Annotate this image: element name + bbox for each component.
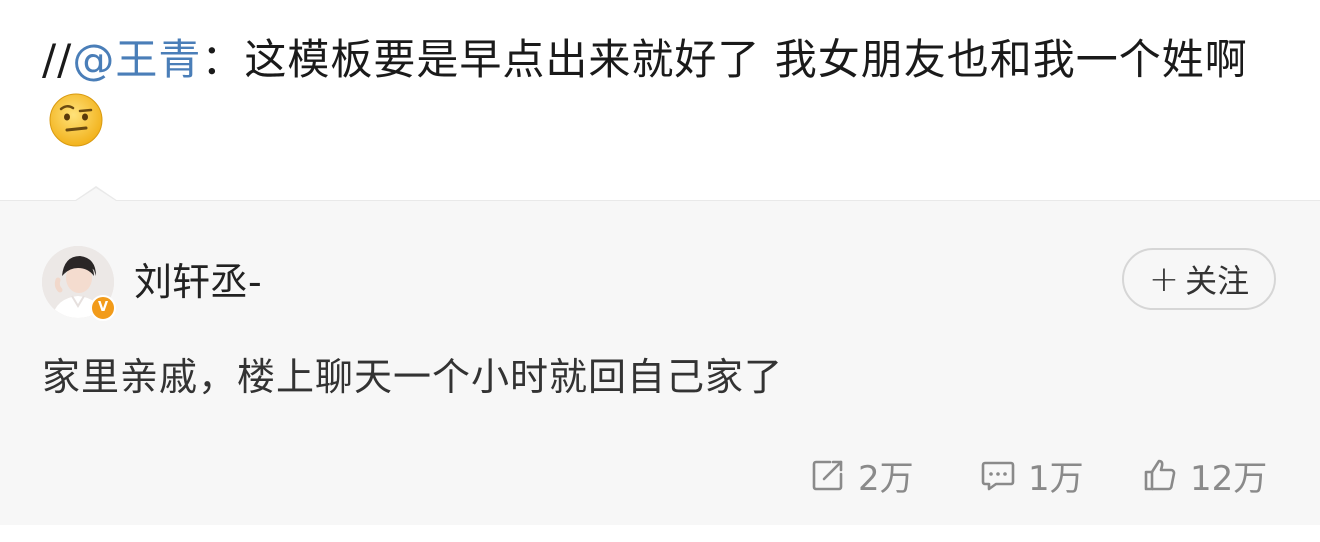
repost-icon [812,460,843,491]
follow-button[interactable]: + 关注 [1122,248,1276,310]
mention-link[interactable]: @王青 [72,35,201,84]
repost-button[interactable]: 2万 [810,449,914,501]
repost-body-text: 这模板要是早点出来就好了 我女朋友也和我一个姓啊 [244,35,1248,84]
raised-eyebrow-face-icon [48,92,104,148]
follow-label: 关注 [1185,262,1250,300]
repost-colon: ： [201,35,245,84]
like-count: 12万 [1190,458,1268,499]
comment-count: 1万 [1028,458,1084,499]
repost-prefix: // [42,35,73,84]
thumbs-up-icon [1144,459,1176,491]
comment-button[interactable]: 1万 [980,449,1084,501]
original-post-card[interactable]: V 刘轩丞- + 关注 家里亲戚，楼上聊天一个小时就回自己家了 2万 1万 12… [0,200,1320,525]
repost-count: 2万 [858,458,914,499]
repost-comment: //@王青：这模板要是早点出来就好了 我女朋友也和我一个姓啊 [42,28,1282,156]
post-text: 家里亲戚，楼上聊天一个小时就回自己家了 [42,355,784,399]
card-pointer-fill [76,188,116,201]
like-button[interactable]: 12万 [1142,449,1267,501]
author-name[interactable]: 刘轩丞- [134,257,262,307]
plus-icon: + [1148,258,1180,300]
verified-badge-icon: V [90,295,116,321]
weibo-repost-view: //@王青：这模板要是早点出来就好了 我女朋友也和我一个姓啊 V 刘轩丞- + … [0,0,1320,542]
comment-icon [981,461,1015,491]
